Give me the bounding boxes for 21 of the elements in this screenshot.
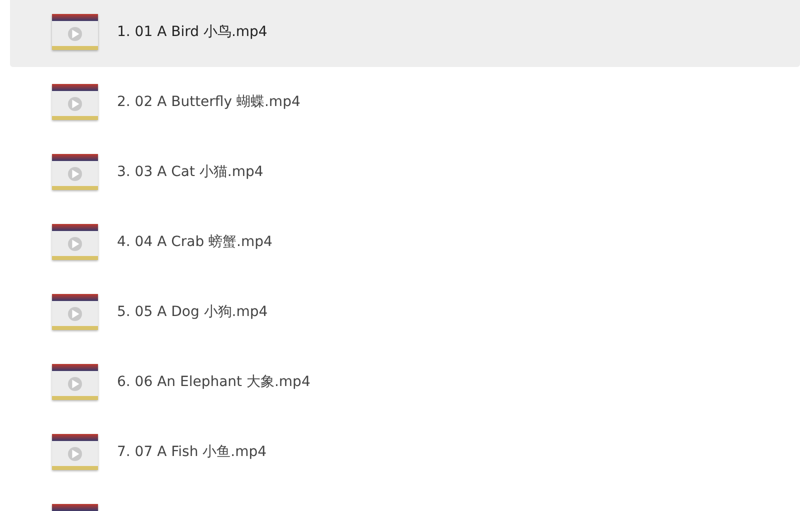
video-file-name: 2. 02 A Butterfly 蝴蝶.mp4 — [117, 93, 300, 111]
video-list-item[interactable]: 3. 03 A Cat 小猫.mp4 — [10, 137, 800, 207]
video-list-item[interactable]: 5. 05 A Dog 小狗.mp4 — [10, 277, 800, 347]
video-list-item[interactable]: 7. 07 A Fish 小鱼.mp4 — [10, 417, 800, 487]
video-file-name: 1. 01 A Bird 小鸟.mp4 — [117, 23, 268, 41]
video-thumbnail — [52, 434, 98, 470]
video-file-name: 3. 03 A Cat 小猫.mp4 — [117, 163, 264, 181]
video-thumbnail — [52, 14, 98, 50]
video-thumbnail — [52, 224, 98, 260]
video-thumbnail — [52, 154, 98, 190]
video-thumbnail — [52, 294, 98, 330]
video-list-item[interactable]: 1. 01 A Bird 小鸟.mp4 — [10, 0, 800, 67]
video-file-name: 7. 07 A Fish 小鱼.mp4 — [117, 443, 267, 461]
video-list-item[interactable]: 6. 06 An Elephant 大象.mp4 — [10, 347, 800, 417]
video-thumbnail — [52, 364, 98, 400]
video-list-item[interactable]: 4. 04 A Crab 螃蟹.mp4 — [10, 207, 800, 277]
video-file-name: 4. 04 A Crab 螃蟹.mp4 — [117, 233, 272, 251]
video-thumbnail — [52, 84, 98, 120]
video-file-name: 5. 05 A Dog 小狗.mp4 — [117, 303, 268, 321]
video-file-name: 6. 06 An Elephant 大象.mp4 — [117, 373, 310, 391]
video-list-item[interactable]: 2. 02 A Butterfly 蝴蝶.mp4 — [10, 67, 800, 137]
